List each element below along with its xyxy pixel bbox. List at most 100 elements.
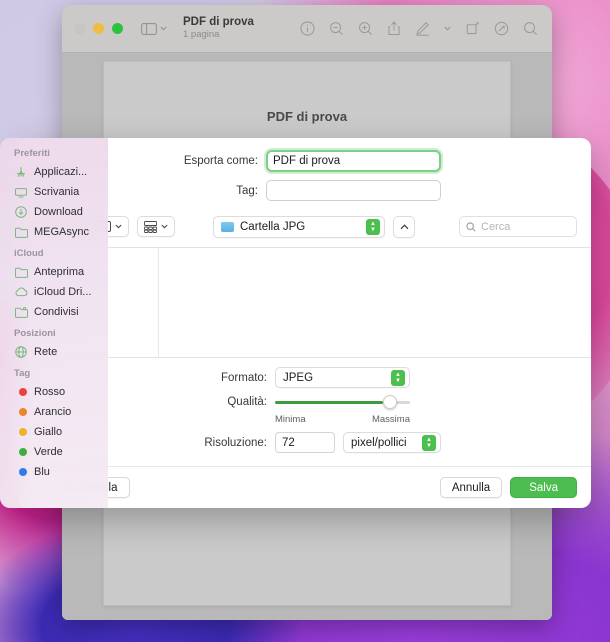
tag-color-dot (18, 468, 27, 476)
tag-color-dot (18, 388, 27, 396)
tag-dot (14, 408, 28, 416)
slider-filled-track (275, 400, 383, 404)
desktop-icon (14, 187, 28, 198)
folder-icon (14, 227, 28, 238)
sidebar-item-arancio[interactable]: Arancio (0, 402, 108, 422)
sidebar-item-megasync[interactable]: MEGAsync (0, 222, 108, 242)
traffic-lights (74, 23, 123, 34)
sidebar-item-applicazi[interactable]: Applicazi... (0, 162, 108, 182)
expand-collapse-button[interactable] (393, 215, 415, 238)
zoom-out-icon[interactable] (329, 21, 344, 36)
sidebar-item-label: Rosso (34, 386, 66, 398)
sidebar-item-label: Anteprima (34, 266, 85, 278)
minimize-button[interactable] (93, 23, 104, 34)
chevron-down-icon[interactable] (444, 26, 451, 31)
sidebar-item-condivisi[interactable]: Condivisi (0, 302, 108, 322)
group-by-button[interactable] (137, 216, 175, 237)
sidebar-item-rosso[interactable]: Rosso (0, 382, 108, 402)
markup-icon[interactable] (415, 21, 430, 36)
unit-value: pixel/pollici (351, 436, 407, 449)
chevron-down-icon (115, 224, 122, 229)
share-icon[interactable] (387, 21, 401, 36)
sidebar-section-header: iCloud (14, 248, 44, 259)
popup-arrows-icon: ▲ ▼ (366, 218, 380, 235)
preview-toolbar (300, 21, 538, 36)
resolution-unit-select[interactable]: pixel/pollici ▲ ▼ (343, 432, 441, 454)
tag-dot (14, 468, 28, 476)
format-value: JPEG (283, 371, 314, 384)
sidebar-item-scrivania[interactable]: Scrivania (0, 182, 108, 202)
chevron-down-icon (160, 26, 167, 31)
group-icon (144, 220, 157, 233)
sidebar-toggle-button[interactable] (141, 22, 167, 35)
chevron-up-icon (400, 223, 408, 229)
tag-color-dot (18, 448, 27, 456)
format-select[interactable]: JPEG ▲ ▼ (275, 367, 410, 389)
downloads-icon (14, 206, 28, 218)
popup-arrows-icon: ▲ ▼ (422, 434, 436, 451)
sidebar-item-label: Download (34, 206, 83, 218)
cancel-button[interactable]: Annulla (439, 477, 503, 499)
sidebar-item-label: Scrivania (34, 186, 80, 198)
location-label: Cartella JPG (240, 220, 306, 233)
sidebar-item-rete[interactable]: Rete (0, 342, 108, 362)
sidebar-item-label: Condivisi (34, 306, 79, 318)
sidebar-item-icloud-dri[interactable]: iCloud Dri... (0, 282, 108, 302)
export-name-input[interactable]: PDF di prova (266, 150, 441, 172)
chevron-down-icon (161, 224, 168, 229)
sidebar-item-giallo[interactable]: Giallo (0, 422, 108, 442)
sidebar-item-label: Blu (34, 466, 50, 478)
zoom-in-icon[interactable] (358, 21, 373, 36)
sidebar-section-header: Tag (14, 368, 31, 379)
save-button[interactable]: Salva (510, 477, 577, 499)
quality-max-label: Massima (371, 414, 410, 426)
quality-captions: Minima Massima (275, 414, 410, 425)
info-icon[interactable] (300, 21, 315, 36)
network-icon (14, 346, 28, 358)
sidebar-item-label: Arancio (34, 406, 72, 418)
sidebar-item-label: Applicazi... (34, 166, 88, 178)
tag-color-dot (18, 408, 27, 416)
tag-dot (14, 428, 28, 436)
quality-min-label: Minima (275, 414, 306, 426)
pdf-heading: PDF di prova (266, 109, 348, 124)
sidebar-item-label: iCloud Dri... (34, 286, 92, 298)
window-title: PDF di prova (183, 16, 254, 29)
sidebar-icon (141, 22, 157, 35)
quality-slider[interactable] (275, 395, 410, 410)
highlight-icon[interactable] (494, 21, 509, 36)
crop-icon[interactable] (465, 21, 480, 36)
sidebar-item-verde[interactable]: Verde (0, 442, 108, 462)
search-input[interactable]: Cerca (459, 216, 577, 237)
finder-sidebar: Preferiti Applicazi... Scrivania Download ME… (0, 138, 108, 508)
search-placeholder: Cerca (481, 220, 511, 233)
folder-icon (14, 267, 28, 278)
folder-icon (221, 221, 234, 232)
sidebar-item-label: Giallo (34, 426, 63, 438)
tag-color-dot (18, 428, 27, 436)
search-icon[interactable] (523, 21, 538, 36)
sidebar-item-blu[interactable]: Blu (0, 462, 108, 482)
tag-dot (14, 448, 28, 456)
cloud-icon (14, 287, 28, 297)
applications-icon (14, 166, 28, 178)
window-titlebar: PDF di prova 1 pagina (62, 5, 552, 53)
sidebar-item-download[interactable]: Download (0, 202, 108, 222)
tag-dot (14, 388, 28, 396)
popup-arrows-icon: ▲ ▼ (391, 369, 405, 386)
sidebar-item-label: MEGAsync (34, 226, 90, 238)
sidebar-section-header: Posizioni (14, 328, 56, 339)
slider-knob[interactable] (382, 395, 397, 410)
zoom-button[interactable] (112, 23, 123, 34)
location-popup-button[interactable]: Cartella JPG ▲ ▼ (213, 215, 385, 238)
sidebar-item-label: Verde (34, 446, 63, 458)
close-button[interactable] (74, 23, 85, 34)
sidebar-item-label: Rete (34, 346, 58, 358)
sidebar-section-header: Preferiti (14, 148, 50, 159)
window-subtitle: 1 pagina (183, 28, 220, 40)
search-icon (466, 221, 476, 232)
browser-column-2[interactable] (159, 248, 591, 357)
tag-input[interactable] (266, 180, 441, 201)
resolution-input[interactable]: 72 (275, 432, 335, 454)
sidebar-item-anteprima[interactable]: Anteprima (0, 262, 108, 282)
